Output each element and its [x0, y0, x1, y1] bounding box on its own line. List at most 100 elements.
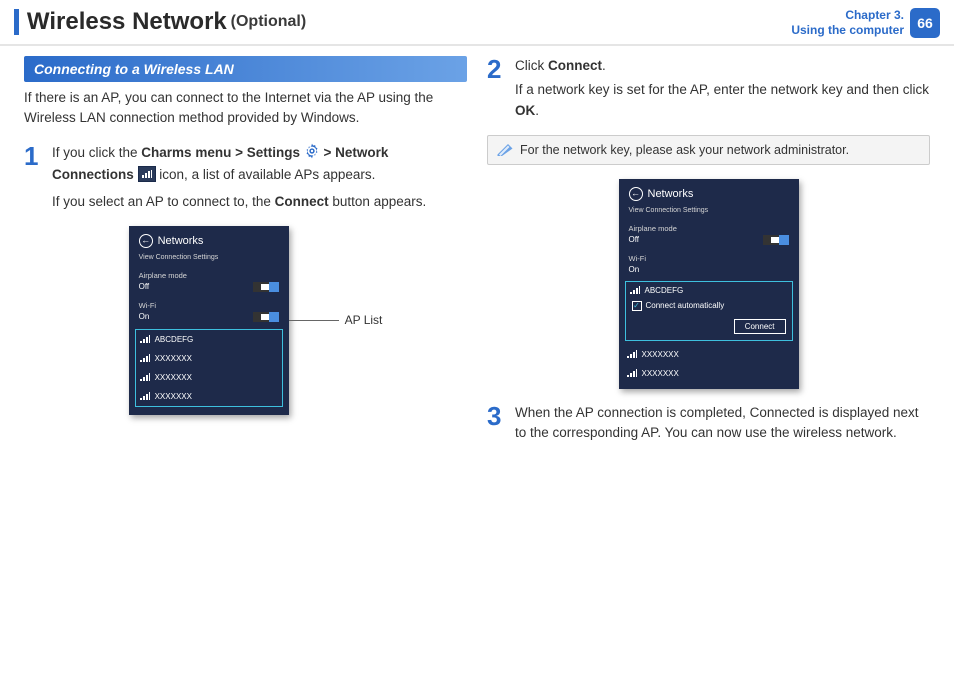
- page-title: Wireless Network: [27, 8, 227, 36]
- back-arrow-icon: ←: [629, 187, 643, 201]
- page-number-badge: 66: [910, 8, 940, 38]
- wifi-state: On: [139, 312, 150, 321]
- wifi-row: On: [129, 311, 289, 327]
- step-number: 2: [487, 56, 505, 121]
- step-1: 1 If you click the Charms menu > Setting…: [24, 143, 467, 212]
- panel-header: ← Networks: [129, 226, 289, 252]
- ap-name: XXXXXXX: [155, 354, 192, 363]
- callout-label: AP List: [345, 313, 383, 327]
- networks-panel: ← Networks View Connection Settings Airp…: [129, 226, 289, 415]
- signal-icon: [140, 335, 150, 343]
- note-box: For the network key, please ask your net…: [487, 135, 930, 165]
- chapter-line-1: Chapter 3.: [791, 8, 904, 23]
- ap-list-callout: AP List: [289, 313, 383, 327]
- text: Click: [515, 58, 548, 73]
- panel-header: ← Networks: [619, 179, 799, 205]
- bold-text: Connect: [275, 194, 329, 209]
- text: If you click the: [52, 145, 141, 160]
- text: .: [602, 58, 606, 73]
- bold-text: Charms menu > Settings: [141, 145, 300, 160]
- header-left: Wireless Network (Optional): [14, 8, 306, 36]
- text: .: [535, 103, 539, 118]
- ap-item: ABCDEFG: [136, 330, 282, 349]
- back-arrow-icon: ←: [139, 234, 153, 248]
- panel-title: Networks: [158, 235, 204, 247]
- ap-list-box: ABCDEFG XXXXXXX XXXXXXX XXXXXXX: [135, 329, 283, 407]
- step-body: If you click the Charms menu > Settings …: [52, 143, 467, 212]
- view-connection-settings: View Connection Settings: [619, 205, 799, 220]
- section-heading: Connecting to a Wireless LAN: [24, 56, 467, 82]
- text: icon, a list of available APs appears.: [159, 167, 375, 182]
- checkbox-label: Connect automatically: [646, 301, 725, 310]
- panel-title: Networks: [648, 188, 694, 200]
- step-2: 2 Click Connect. If a network key is set…: [487, 56, 930, 121]
- intro-text: If there is an AP, you can connect to th…: [24, 88, 467, 127]
- bold-text: OK: [515, 103, 535, 118]
- signal-icon: [630, 286, 640, 294]
- ap-name: XXXXXXX: [155, 392, 192, 401]
- note-icon: [496, 142, 514, 158]
- signal-bars-icon: [138, 166, 156, 182]
- wifi-label: Wi-Fi: [619, 250, 799, 264]
- ap-name: XXXXXXX: [642, 350, 679, 359]
- connect-button: Connect: [734, 319, 786, 334]
- ap-item: XXXXXXX: [136, 349, 282, 368]
- view-connection-settings: View Connection Settings: [129, 252, 289, 267]
- toggle-icon: [763, 235, 789, 245]
- signal-icon: [627, 350, 637, 358]
- ap-item: ABCDEFG: [630, 286, 788, 295]
- step-body: Click Connect. If a network key is set f…: [515, 56, 930, 121]
- airplane-mode-state: Off: [629, 235, 640, 244]
- bold-text: Connect: [548, 58, 602, 73]
- gear-icon: [304, 143, 320, 165]
- airplane-mode-row: Off: [619, 234, 799, 250]
- text: If a network key is set for the AP, ente…: [515, 82, 929, 97]
- signal-icon: [140, 354, 150, 362]
- ap-item: XXXXXXX: [136, 368, 282, 387]
- ap-name: ABCDEFG: [155, 335, 194, 344]
- callout-line: [289, 320, 339, 321]
- text: button appears.: [329, 194, 427, 209]
- step-number: 1: [24, 143, 42, 212]
- note-text: For the network key, please ask your net…: [520, 143, 849, 157]
- step-number: 3: [487, 403, 505, 444]
- wifi-row: On: [619, 264, 799, 279]
- networks-panel-figure-2: ← Networks View Connection Settings Airp…: [487, 179, 930, 389]
- text: If you select an AP to connect to, the: [52, 194, 275, 209]
- chapter-info: Chapter 3. Using the computer: [791, 8, 904, 38]
- networks-panel: ← Networks View Connection Settings Airp…: [619, 179, 799, 389]
- networks-panel-figure-1: ← Networks View Connection Settings Airp…: [54, 226, 457, 415]
- right-column: 2 Click Connect. If a network key is set…: [477, 56, 940, 457]
- ap-item: XXXXXXX: [619, 364, 799, 383]
- left-column: Connecting to a Wireless LAN If there is…: [14, 56, 477, 457]
- chapter-line-2: Using the computer: [791, 23, 904, 38]
- ap-name: XXXXXXX: [642, 369, 679, 378]
- airplane-mode-state: Off: [139, 282, 150, 291]
- wifi-label: Wi-Fi: [129, 297, 289, 311]
- ap-name: XXXXXXX: [155, 373, 192, 382]
- text: >: [324, 145, 336, 160]
- accent-bar: [14, 9, 19, 35]
- wifi-state: On: [629, 265, 640, 274]
- ap-item: XXXXXXX: [619, 345, 799, 364]
- step-body: When the AP connection is completed, Con…: [515, 403, 930, 444]
- checkbox-icon: ✓: [632, 301, 642, 311]
- connect-automatically-checkbox: ✓ Connect automatically: [632, 301, 786, 311]
- toggle-icon: [253, 312, 279, 322]
- toggle-icon: [253, 282, 279, 292]
- content-columns: Connecting to a Wireless LAN If there is…: [0, 56, 954, 467]
- signal-icon: [140, 373, 150, 381]
- airplane-mode-label: Airplane mode: [129, 267, 289, 281]
- airplane-mode-label: Airplane mode: [619, 220, 799, 234]
- text: When the AP connection is completed, Con…: [515, 403, 930, 444]
- ap-name: ABCDEFG: [645, 286, 684, 295]
- step-3: 3 When the AP connection is completed, C…: [487, 403, 930, 444]
- page-header: Wireless Network (Optional) Chapter 3. U…: [0, 0, 954, 46]
- airplane-mode-row: Off: [129, 281, 289, 297]
- ap-item: XXXXXXX: [136, 387, 282, 406]
- signal-icon: [627, 369, 637, 377]
- header-right: Chapter 3. Using the computer 66: [791, 8, 940, 38]
- page-title-suffix: (Optional): [231, 13, 307, 30]
- signal-icon: [140, 392, 150, 400]
- ap-connect-box: ABCDEFG ✓ Connect automatically Connect: [625, 281, 793, 341]
